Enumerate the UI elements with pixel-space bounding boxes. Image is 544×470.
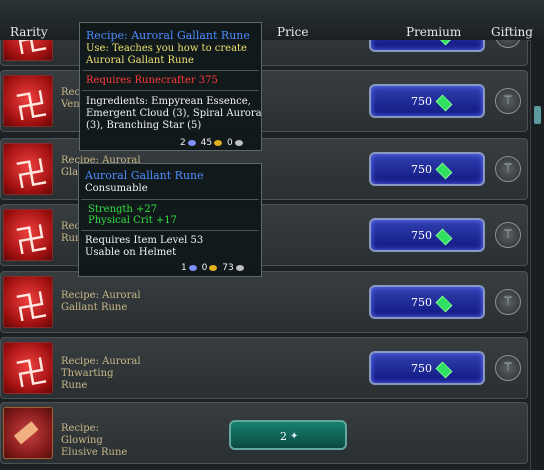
rune-recipe-icon[interactable]: 卍 bbox=[3, 40, 53, 61]
rune-recipe-icon[interactable]: 卍 bbox=[3, 143, 53, 195]
scroll-thumb[interactable] bbox=[534, 106, 541, 124]
tooltip-title: Auroral Gallant Rune bbox=[85, 169, 204, 182]
tooltip-separator bbox=[81, 230, 259, 231]
gem-icon bbox=[435, 40, 453, 46]
tooltip-type: Consumable bbox=[85, 183, 148, 194]
gift-button[interactable]: ⚚ bbox=[495, 289, 521, 315]
scroll-recipe-icon[interactable]: ▬ bbox=[3, 407, 53, 459]
gem-icon bbox=[435, 228, 453, 246]
list-item[interactable]: 卍 Recipe: Auroral Thwarting Rune 750 ⚚ bbox=[0, 337, 528, 399]
tooltip-sell-price: 2 45 0 bbox=[180, 137, 245, 149]
gift-button[interactable]: ⚚ bbox=[495, 222, 521, 248]
column-price[interactable]: Price bbox=[277, 25, 308, 39]
column-premium[interactable]: Premium bbox=[406, 25, 461, 39]
item-name: Recipe: Glowing Elusive Rune bbox=[61, 423, 128, 458]
tooltip-stat-crit: Physical Crit +17 bbox=[88, 215, 178, 226]
gift-button[interactable]: ⚚ bbox=[495, 156, 521, 182]
tooltip-usable: Usable on Helmet bbox=[85, 247, 177, 258]
tooltip-separator bbox=[81, 199, 259, 200]
recipe-tooltip: Recipe: Auroral Gallant Rune Use: Teache… bbox=[79, 22, 262, 151]
gold-icon bbox=[214, 139, 223, 146]
premium-price-button[interactable]: 750 bbox=[369, 351, 485, 385]
gold-icon bbox=[209, 264, 218, 271]
rune-recipe-icon[interactable]: 卍 bbox=[3, 209, 53, 261]
list-item[interactable]: ▬ Recipe: Glowing Elusive Rune 2 ✦ bbox=[0, 402, 528, 464]
gem-icon bbox=[435, 162, 453, 180]
tooltip-title: Recipe: Auroral Gallant Rune bbox=[86, 29, 250, 42]
tooltip-use: Use: Teaches you how to create bbox=[86, 43, 247, 54]
tooltip-use-line2: Auroral Gallant Rune bbox=[86, 55, 194, 66]
rune-recipe-icon[interactable]: 卍 bbox=[3, 276, 53, 328]
premium-price-button[interactable]: 750 bbox=[369, 40, 485, 52]
tooltip-item-level: Requires Item Level 53 bbox=[85, 235, 204, 246]
tooltip-ingredients-line3: (3), Branching Star (5) bbox=[86, 120, 202, 131]
tooltip-separator bbox=[82, 70, 259, 71]
item-name: Recipe: Auroral Gallant Rune bbox=[61, 290, 141, 313]
platinum-icon bbox=[187, 139, 196, 146]
gift-button[interactable]: ⚚ bbox=[495, 355, 521, 381]
gift-button[interactable]: ⚚ bbox=[495, 88, 521, 114]
tooltip-sell-price: 1 0 73 bbox=[181, 262, 246, 274]
tooltip-requirement: Requires Runecrafter 375 bbox=[86, 75, 218, 86]
premium-price-button[interactable]: 750 bbox=[369, 218, 485, 252]
list-item[interactable]: 卍 Recipe: Auroral Gallant Rune 750 ⚚ bbox=[0, 271, 528, 333]
silver-icon bbox=[234, 139, 243, 146]
scrollbar[interactable] bbox=[530, 40, 544, 470]
silver-icon bbox=[235, 264, 244, 271]
tooltip-ingredients-line2: Emergent Cloud (3), Spiral Aurora bbox=[86, 108, 262, 119]
gem-icon bbox=[435, 361, 453, 379]
gift-button[interactable]: ⚚ bbox=[495, 40, 521, 48]
gem-icon bbox=[435, 295, 453, 313]
currency-icon: ✦ bbox=[290, 431, 299, 442]
rune-recipe-icon[interactable]: 卍 bbox=[3, 342, 53, 394]
premium-price-button[interactable]: 750 bbox=[369, 152, 485, 186]
gem-icon bbox=[435, 94, 453, 112]
premium-price-button[interactable]: 750 bbox=[369, 285, 485, 319]
price-button[interactable]: 2 ✦ bbox=[229, 420, 347, 450]
item-name: Recipe: Auroral Thwarting Rune bbox=[61, 356, 141, 391]
premium-price-button[interactable]: 750 bbox=[369, 84, 485, 118]
rune-tooltip: Auroral Gallant Rune Consumable Strength… bbox=[78, 163, 262, 277]
column-rarity[interactable]: Rarity bbox=[10, 25, 48, 39]
platinum-icon bbox=[188, 264, 197, 271]
tooltip-separator bbox=[82, 90, 259, 91]
rune-recipe-icon[interactable]: 卍 bbox=[3, 75, 53, 127]
tooltip-ingredients: Ingredients: Empyrean Essence, bbox=[86, 96, 251, 107]
column-gifting[interactable]: Gifting bbox=[491, 25, 533, 39]
